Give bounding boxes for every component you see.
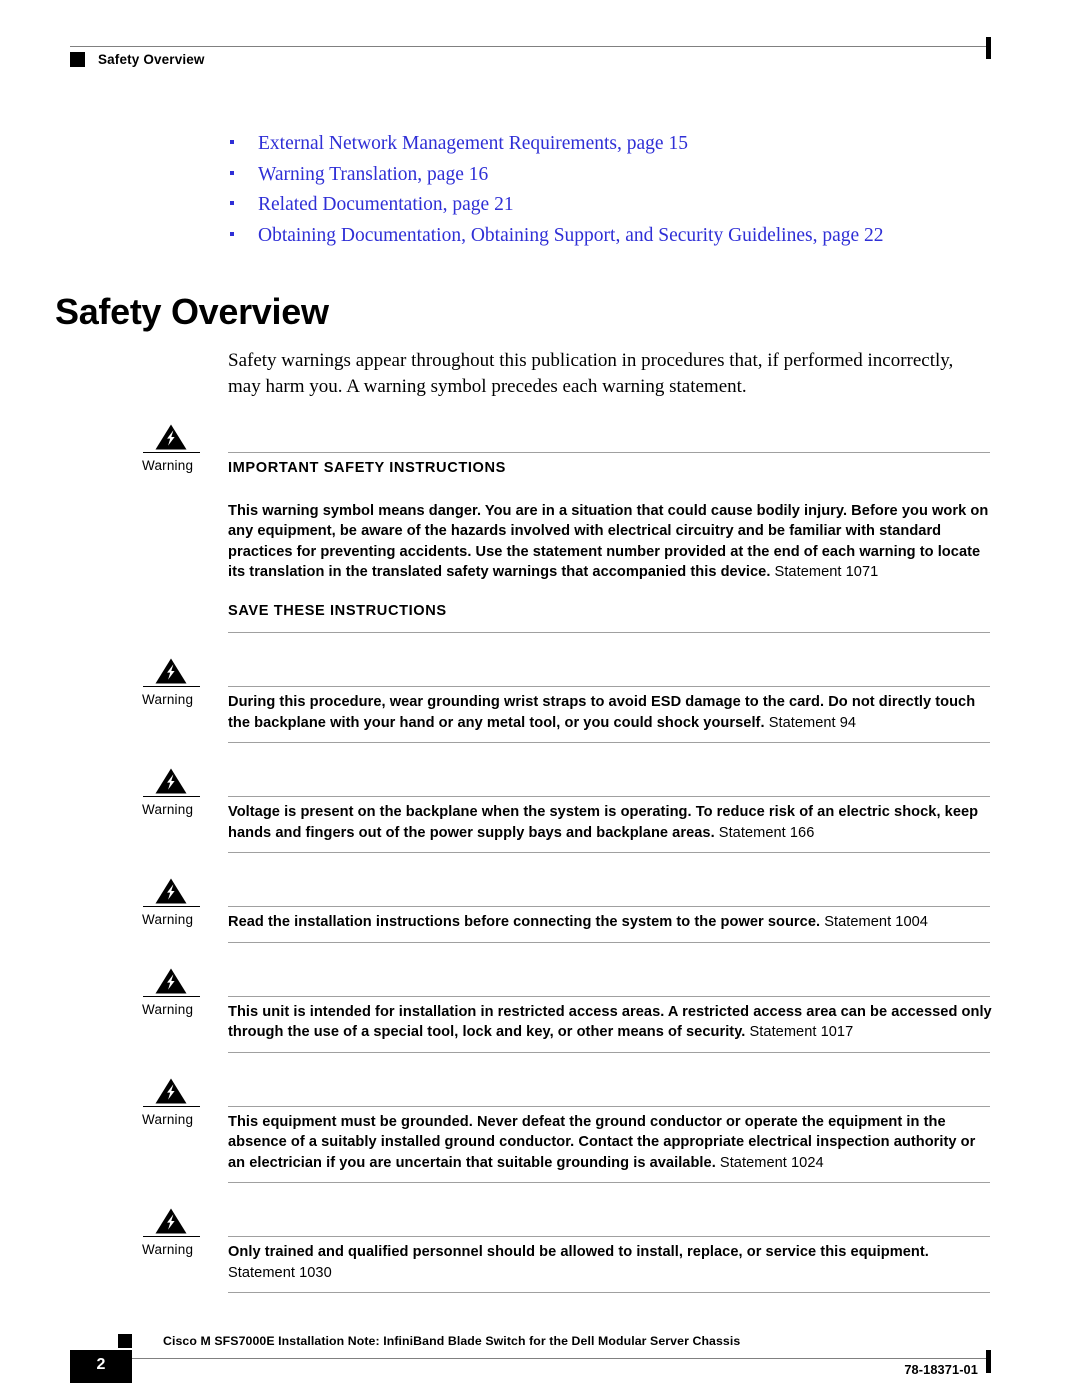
warning-text-bold: Voltage is present on the backplane when… <box>228 804 979 841</box>
intro-paragraph: Safety warnings appear throughout this p… <box>228 350 954 397</box>
warning-statement-number: Statement 1030 <box>228 1264 332 1281</box>
page-title: Safety Overview <box>55 291 329 332</box>
warning-statement-number: Statement 94 <box>768 714 857 731</box>
bullet-icon <box>230 140 234 144</box>
warning-statement-number: Statement 1004 <box>824 914 928 930</box>
page-header: Safety Overview <box>0 0 1080 86</box>
warning-label: Warning <box>142 458 194 473</box>
warning-top-divider <box>228 1236 990 1237</box>
warning-label: Warning <box>142 802 194 817</box>
warning-block: Warning During this procedure, wear groun… <box>0 658 1080 743</box>
warning-triangle-lightning-icon <box>155 968 187 994</box>
warning-top-divider <box>228 452 990 453</box>
warning-text-bold: Only trained and qualified personnel sho… <box>228 1244 929 1260</box>
footer-document-title: Cisco M SFS7000E Installation Note: Infi… <box>163 1334 741 1348</box>
warning-text: This unit is intended for installation i… <box>228 1002 994 1043</box>
warning-text-bold: Read the installation instructions befor… <box>228 914 821 930</box>
warning-bottom-divider <box>228 1051 990 1053</box>
warning-bottom-divider <box>228 941 990 943</box>
warning-footer-text: SAVE THESE INSTRUCTIONS <box>228 602 447 619</box>
footer-divider <box>70 1358 988 1359</box>
warning-icon-underline <box>143 1236 200 1237</box>
bullet-icon <box>230 201 234 205</box>
warning-triangle-lightning-icon <box>155 658 187 684</box>
xref-link-item[interactable]: External Network Management Requirements… <box>228 133 1008 164</box>
warning-body: This equipment must be grounded. Never d… <box>228 1112 994 1174</box>
warning-block: Warning Voltage is present on the backpla… <box>0 768 1080 853</box>
warning-triangle-lightning-icon <box>155 1208 187 1234</box>
header-divider <box>70 46 988 47</box>
warning-body: This unit is intended for installation i… <box>228 1002 994 1043</box>
warning-icon-underline <box>143 906 200 907</box>
warning-bottom-divider <box>228 1292 990 1293</box>
bullet-icon <box>230 170 234 175</box>
warning-body: Read the installation instructions befor… <box>228 912 994 933</box>
warning-top-divider <box>228 906 990 907</box>
warning-text: Only trained and qualified personnel sho… <box>228 1242 994 1283</box>
running-head: Safety Overview <box>98 52 205 67</box>
warning-top-divider <box>228 1105 990 1107</box>
warning-bottom-divider <box>228 632 990 633</box>
warning-label: Warning <box>142 1242 194 1257</box>
warning-icon-underline <box>143 1105 200 1107</box>
xref-link-item[interactable]: Related Documentation, page 21 <box>228 194 1008 225</box>
warning-label: Warning <box>142 1001 194 1017</box>
warning-triangle-lightning-icon <box>155 1078 187 1104</box>
xref-link-item[interactable]: Warning Translation, page 16 <box>228 164 1008 195</box>
warning-label: Warning <box>142 1111 194 1127</box>
warning-statement-number: Statement 1024 <box>719 1154 824 1171</box>
page-footer: Cisco M SFS7000E Installation Note: Infi… <box>0 1300 1080 1397</box>
warning-body: IMPORTANT SAFETY INSTRUCTIONS This warnin… <box>228 458 994 583</box>
warning-label: Warning <box>142 912 194 927</box>
warning-block: Warning This equipment must be grounded. … <box>0 1078 1080 1183</box>
warning-block: Warning Read the installation instruction… <box>0 878 1080 943</box>
part-number: 78-18371-01 <box>904 1362 978 1377</box>
warning-label: Warning <box>142 692 194 707</box>
warning-icon-underline <box>143 995 200 997</box>
warning-bottom-divider <box>228 1182 990 1183</box>
warning-text: This equipment must be grounded. Never d… <box>228 1112 994 1174</box>
warning-statement-number: Statement 1071 <box>774 564 879 580</box>
warning-block: Warning Only trained and qualified person… <box>0 1208 1080 1293</box>
warning-triangle-lightning-icon <box>155 878 187 904</box>
warning-top-divider <box>228 796 990 797</box>
warning-heading: IMPORTANT SAFETY INSTRUCTIONS <box>228 460 506 476</box>
warning-triangle-lightning-icon <box>155 424 187 450</box>
xref-link-item[interactable]: Obtaining Documentation, Obtaining Suppo… <box>228 225 1008 256</box>
warning-triangle-lightning-icon <box>155 768 187 794</box>
warning-text: During this procedure, wear grounding wr… <box>228 692 994 733</box>
warning-text-bold: This unit is intended for installation i… <box>228 1003 992 1041</box>
warning-text-bold: During this procedure, wear grounding wr… <box>228 694 976 731</box>
footer-end-bar <box>986 1350 991 1373</box>
warning-body: Voltage is present on the backplane when… <box>228 802 994 843</box>
xref-link-label[interactable]: Warning Translation, page 16 <box>258 164 488 186</box>
warning-statement-number: Statement 1017 <box>749 1024 854 1040</box>
xref-link-label[interactable]: External Network Management Requirements… <box>258 133 688 155</box>
warning-text: Voltage is present on the backplane when… <box>228 802 994 843</box>
warning-body: Only trained and qualified personnel sho… <box>228 1242 994 1283</box>
warning-top-divider <box>228 686 990 687</box>
warning-text-bold: This equipment must be grounded. Never d… <box>228 1113 976 1171</box>
warning-icon-underline <box>143 796 200 797</box>
warning-block: Warning This unit is intended for install… <box>0 968 1080 1053</box>
bullet-icon <box>230 231 234 236</box>
xref-link-label[interactable]: Related Documentation, page 21 <box>258 194 514 216</box>
header-end-bar <box>986 37 991 59</box>
warning-top-divider <box>228 995 990 997</box>
warning-text: Read the installation instructions befor… <box>228 912 994 933</box>
warning-bottom-divider <box>228 852 990 853</box>
warning-body: During this procedure, wear grounding wr… <box>228 692 994 733</box>
warning-statement-number: Statement 166 <box>718 824 815 841</box>
header-square-marker-icon <box>70 52 85 67</box>
warning-text: This warning symbol means danger. You ar… <box>228 501 994 583</box>
warning-icon-underline <box>143 686 200 687</box>
warning-bottom-divider <box>228 742 990 743</box>
cross-reference-list: External Network Management Requirements… <box>228 133 1008 255</box>
xref-link-label[interactable]: Obtaining Documentation, Obtaining Suppo… <box>258 225 884 247</box>
warning-block: Warning IMPORTANT SAFETY INSTRUCTIONS This… <box>0 424 1080 633</box>
warning-icon-underline <box>143 452 200 453</box>
footer-square-marker-icon <box>118 1334 132 1348</box>
